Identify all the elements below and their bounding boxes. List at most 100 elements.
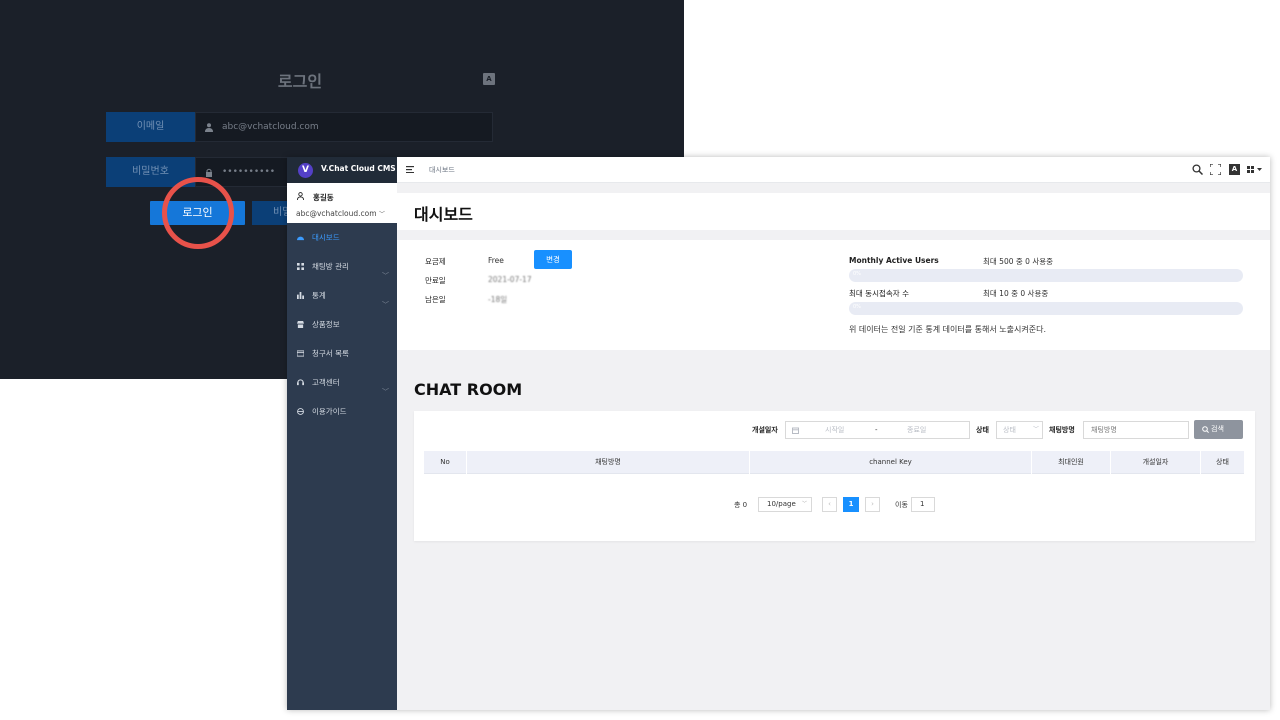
login-title: 로그인 — [277, 72, 323, 91]
user-email-text: abc@vchatcloud.com — [296, 209, 377, 218]
email-value: abc@vchatcloud.com — [222, 122, 319, 132]
mau-percent: 0% — [853, 271, 861, 277]
sidebar-item-label: 청구서 목록 — [312, 349, 349, 358]
date-range-separator: - — [875, 426, 878, 434]
concurrent-label: 최대 동시접속자 수 — [849, 289, 909, 298]
total-count: 총 0 — [734, 501, 748, 509]
translate-icon[interactable]: A — [1229, 164, 1240, 175]
goto-page-input[interactable]: 1 — [911, 497, 935, 512]
concurrent-percent: 0% — [853, 304, 861, 310]
user-icon — [205, 123, 213, 132]
translate-icon[interactable]: A — [483, 73, 495, 85]
plan-label: 요금제 — [425, 257, 446, 266]
sidebar-item-product[interactable]: 상품정보 — [287, 310, 397, 339]
bar-chart-icon — [297, 292, 304, 299]
lock-icon — [206, 168, 212, 177]
apps-icon[interactable] — [1247, 164, 1264, 175]
search-icon — [1202, 426, 1209, 433]
fullscreen-icon[interactable] — [1210, 164, 1221, 175]
status-placeholder: 상태 — [1003, 426, 1016, 434]
chevron-right-icon: › — [871, 500, 874, 508]
calendar-icon — [792, 427, 799, 434]
chevron-down-icon: ﹀ — [802, 501, 808, 507]
sidebar: V V.Chat Cloud CMS 홍길동 abc@vchatcloud.co… — [287, 157, 397, 710]
grid-icon — [297, 263, 304, 270]
column-header-channel-key[interactable]: channel Key — [750, 451, 1032, 474]
user-email[interactable]: abc@vchatcloud.com ﹀ — [296, 209, 385, 218]
plan-value: Free — [488, 256, 504, 265]
user-name: 홍길동 — [313, 193, 334, 202]
column-header-room-name[interactable]: 채팅방명 — [467, 451, 750, 474]
mau-label: Monthly Active Users — [849, 256, 939, 265]
expire-label: 만료일 — [425, 276, 446, 285]
sidebar-item-label: 고객센터 — [312, 378, 340, 387]
remaining-value: -18일 — [488, 295, 508, 304]
sidebar-item-label: 채팅방 관리 — [312, 262, 349, 271]
shop-icon — [297, 321, 304, 328]
page-title: 대시보드 — [414, 205, 473, 224]
sidebar-item-support[interactable]: 고객센터 ﹀ — [287, 368, 397, 397]
table-header: No 채팅방명 channel Key 최대인원 개설일자 상태 — [424, 451, 1244, 474]
sidebar-item-guide[interactable]: 이용가이드 — [287, 397, 397, 426]
chat-room-title: CHAT ROOM — [414, 380, 523, 399]
email-label: 이메일 — [106, 112, 195, 142]
name-filter-label: 채팅방명 — [1049, 426, 1075, 434]
plan-card — [397, 240, 1270, 350]
mau-progress-bar: 0% — [849, 269, 1243, 282]
next-page-button[interactable]: › — [865, 497, 880, 512]
page-size-select[interactable]: 10/page ﹀ — [758, 497, 812, 512]
highlight-circle — [162, 177, 234, 249]
status-select[interactable]: 상태 ﹀ — [996, 421, 1043, 439]
sidebar-item-label: 통계 — [312, 291, 326, 300]
guide-icon — [297, 408, 304, 415]
goto-label: 이동 — [895, 501, 908, 509]
dashboard-window: V V.Chat Cloud CMS 홍길동 abc@vchatcloud.co… — [287, 157, 1270, 710]
page-number-current[interactable]: 1 — [843, 497, 859, 512]
sidebar-header: V V.Chat Cloud CMS — [287, 157, 397, 183]
user-icon — [297, 192, 304, 200]
chevron-left-icon: ‹ — [828, 500, 831, 508]
sidebar-item-label: 대시보드 — [312, 233, 340, 242]
concurrent-progress-bar: 0% — [849, 302, 1243, 315]
sidebar-item-dashboard[interactable]: 대시보드 — [287, 223, 397, 252]
date-range-picker[interactable]: 시작일 - 종료일 — [785, 421, 970, 439]
search-icon[interactable] — [1192, 164, 1203, 175]
dashboard-icon — [297, 236, 304, 241]
column-header-max-users[interactable]: 최대인원 — [1032, 451, 1111, 474]
top-bar: 대시보드 A — [397, 157, 1270, 183]
chevron-down-icon: ﹀ — [1033, 426, 1040, 433]
sidebar-item-invoice[interactable]: 청구서 목록 — [287, 339, 397, 368]
sidebar-item-stats[interactable]: 통계 ﹀ — [287, 281, 397, 310]
column-header-created-date[interactable]: 개설일자 — [1111, 451, 1201, 474]
concurrent-value: 최대 10 중 0 사용중 — [983, 289, 1049, 298]
search-button[interactable]: 검색 — [1194, 420, 1243, 439]
end-date-placeholder: 종료일 — [907, 426, 927, 434]
remaining-label: 남은일 — [425, 295, 446, 304]
search-button-label: 검색 — [1211, 425, 1224, 433]
date-filter-label: 개설일자 — [752, 426, 778, 434]
start-date-placeholder: 시작일 — [825, 426, 845, 434]
sidebar-item-label: 상품정보 — [312, 320, 340, 329]
sidebar-item-chatroom[interactable]: 채팅방 관리 ﹀ — [287, 252, 397, 281]
room-name-input[interactable] — [1083, 421, 1189, 439]
change-plan-button[interactable]: 변경 — [534, 250, 572, 269]
headset-icon — [297, 379, 304, 386]
card-icon — [297, 350, 304, 357]
status-filter-label: 상태 — [976, 426, 989, 434]
brand-name: V.Chat Cloud CMS — [321, 164, 396, 173]
logo-icon: V — [298, 163, 313, 178]
mau-value: 최대 500 중 0 사용중 — [983, 257, 1054, 266]
page-size-value: 10/page — [767, 500, 796, 508]
menu-toggle-icon[interactable] — [406, 166, 414, 173]
breadcrumb[interactable]: 대시보드 — [429, 165, 455, 175]
sidebar-item-label: 이용가이드 — [312, 407, 347, 416]
email-field[interactable]: abc@vchatcloud.com — [195, 112, 493, 142]
data-note: 위 데이터는 전일 기준 통계 데이터를 통해서 노출시켜준다. — [849, 325, 1046, 334]
prev-page-button[interactable]: ‹ — [822, 497, 837, 512]
chevron-down-icon: ﹀ — [378, 211, 385, 218]
column-header-no[interactable]: No — [424, 451, 467, 474]
expire-value: 2021-07-17 — [488, 275, 532, 284]
password-value: •••••••••• — [222, 167, 276, 177]
column-header-status[interactable]: 상태 — [1201, 451, 1244, 474]
page-header — [397, 193, 1270, 230]
